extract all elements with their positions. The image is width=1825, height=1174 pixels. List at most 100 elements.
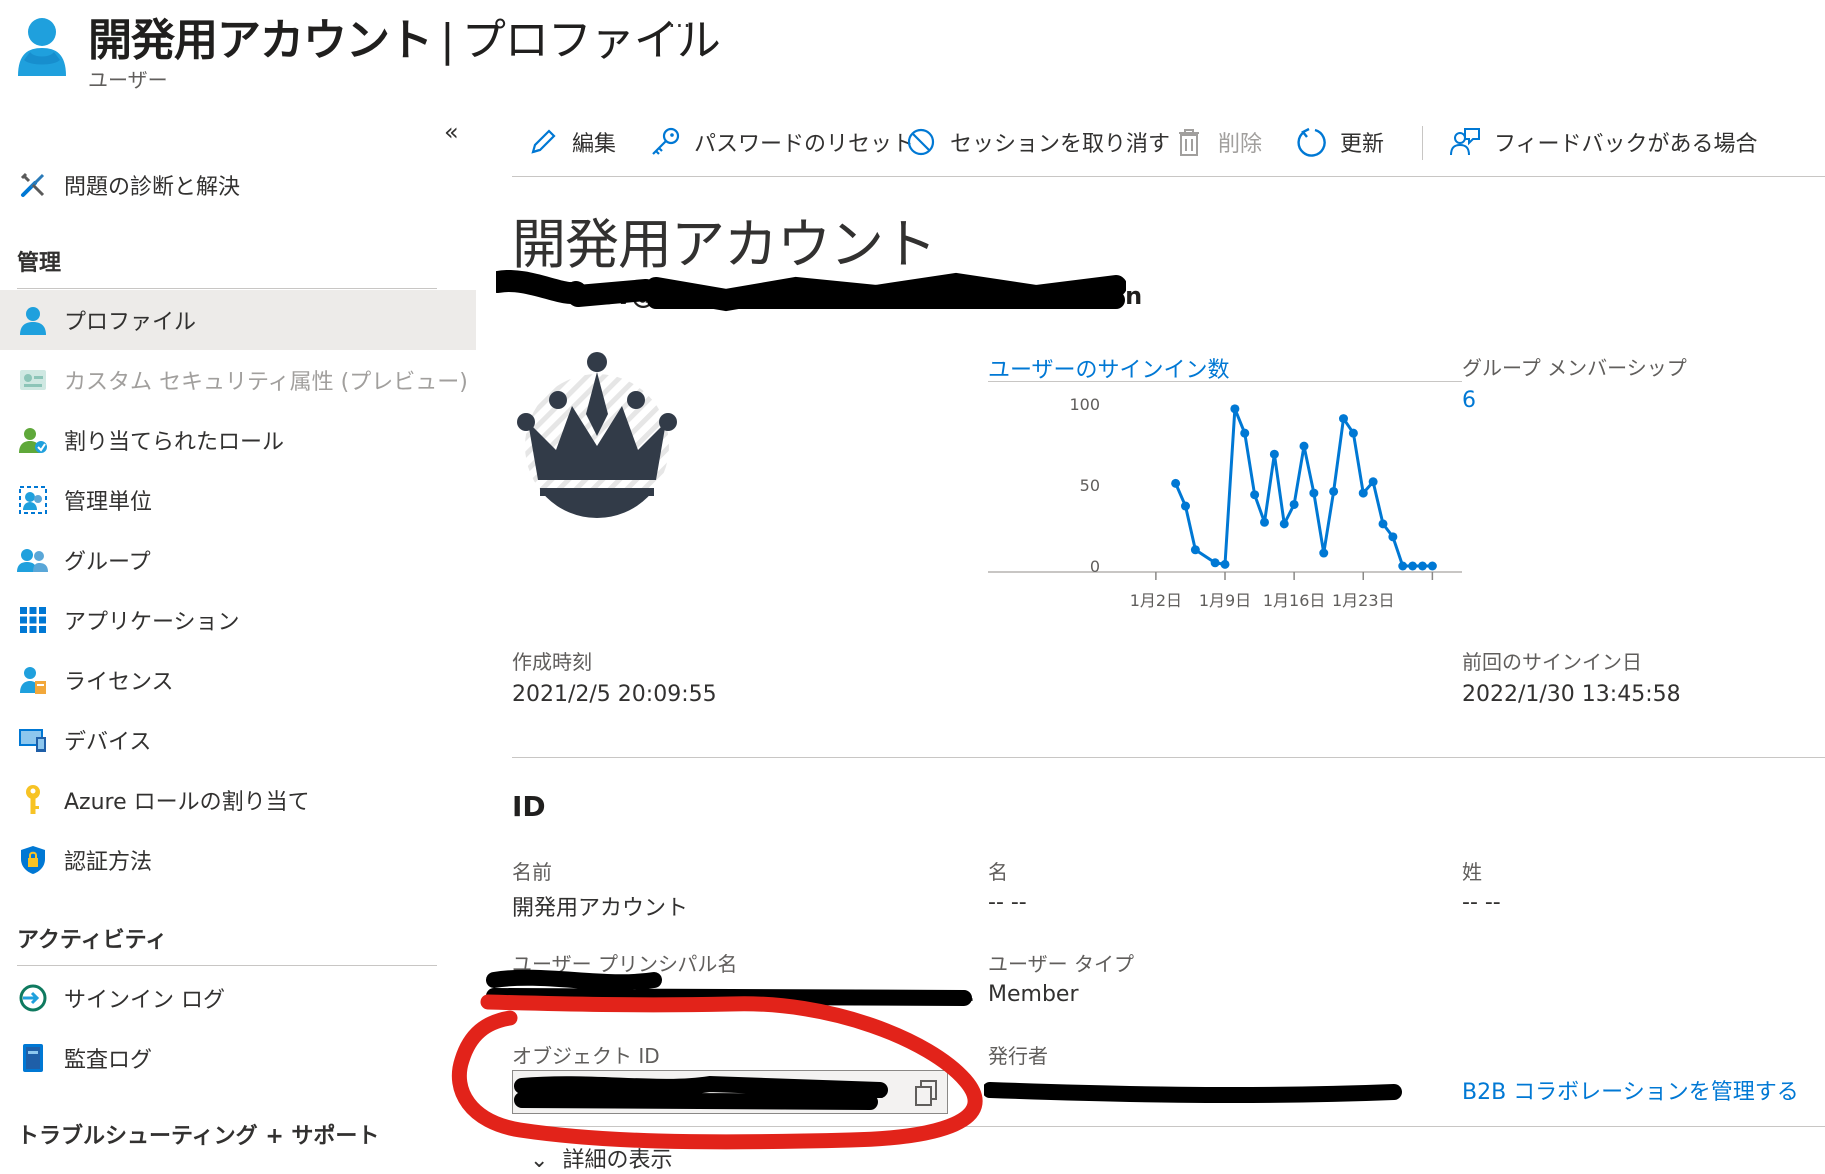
signin-line-chart: 0 50 100 1月2日 1月9日 1月16日 1月23日 <box>988 395 1462 610</box>
sidebar-item-applications[interactable]: アプリケーション <box>0 590 476 650</box>
feedback-label: フィードバックがある場合 <box>1494 132 1758 157</box>
user-icon <box>16 303 50 337</box>
user-type-label: ユーザー タイプ <box>988 952 1134 976</box>
b2b-collaboration-link[interactable]: B2B コラボレーションを管理する <box>1462 1074 1799 1106</box>
security-attribute-icon <box>16 363 50 397</box>
object-id-label: オブジェクト ID <box>512 1044 660 1068</box>
given-name-value: -- -- <box>988 890 1027 915</box>
sidebar-item-label: デバイス <box>64 730 152 755</box>
sidebar-item-profile[interactable]: プロファイル <box>0 290 476 350</box>
reset-password-button[interactable]: パスワードのリセット <box>648 120 914 164</box>
page-subtitle: ユーザー <box>88 68 168 92</box>
chart-data-point <box>1358 488 1368 498</box>
pencil-icon <box>526 125 560 159</box>
chart-data-point <box>1319 548 1329 558</box>
group-membership-count-link[interactable]: 6 <box>1462 388 1476 413</box>
refresh-button[interactable]: 更新 <box>1294 120 1384 164</box>
revoke-sessions-button[interactable]: セッションを取り消す <box>904 120 1170 164</box>
sidebar-item-label: 問題の診断と解決 <box>64 175 241 200</box>
sidebar-item-devices[interactable]: デバイス <box>0 710 476 770</box>
user-type-value: Member <box>988 982 1079 1007</box>
book-icon <box>16 1041 50 1075</box>
name-value: 開発用アカウント <box>512 896 689 921</box>
apps-grid-icon <box>16 603 50 637</box>
chart-data-point <box>1427 561 1437 571</box>
upn-tail-part: n <box>1125 282 1143 310</box>
chart-data-point <box>1220 559 1230 569</box>
chart-x-tick-label: 1月9日 <box>1199 591 1251 610</box>
refresh-icon <box>1294 125 1328 159</box>
copy-icon[interactable] <box>913 1079 939 1107</box>
page-title: 開発用アカウント | プロファイル <box>88 4 721 68</box>
sidebar-item-assigned-roles[interactable]: 割り当てられたロール <box>0 410 476 470</box>
chart-data-point <box>1368 477 1378 487</box>
page-title-main: 開発用アカウント <box>88 15 433 66</box>
delete-button[interactable]: 削除 <box>1172 120 1262 164</box>
sidebar-item-azure-roles[interactable]: Azure ロールの割り当て <box>0 770 476 830</box>
signin-chart-title[interactable]: ユーザーのサインイン数 <box>988 352 1230 384</box>
chart-data-point <box>1181 501 1190 511</box>
sidebar-item-auth-methods[interactable]: 認証方法 <box>0 830 476 890</box>
sidebar-item-label: カスタム セキュリティ属性 (プレビュー) <box>64 370 468 395</box>
sidebar-section-manage: 管理 <box>17 251 62 276</box>
given-name-label: 名 <box>988 860 1008 884</box>
chart-data-point <box>1240 428 1250 438</box>
sidebar-item-licenses[interactable]: ライセンス <box>0 650 476 710</box>
chart-data-point <box>1378 519 1388 529</box>
last-signin-value: 2022/1/30 13:45:58 <box>1462 682 1681 707</box>
user-role-icon <box>16 423 50 457</box>
chart-data-point <box>1190 545 1200 555</box>
name-label: 名前 <box>512 860 552 884</box>
page-title-separator: | <box>440 15 455 66</box>
user-icon <box>18 18 66 76</box>
block-icon <box>904 125 938 159</box>
chart-data-point <box>1398 561 1408 571</box>
collapse-sidebar-button[interactable]: « <box>444 118 459 146</box>
user-display-name-heading: 開発用アカウント <box>512 213 937 276</box>
admin-unit-icon <box>16 483 50 517</box>
chart-data-point <box>1230 404 1240 414</box>
sidebar-item-label: プロファイル <box>64 310 197 335</box>
surname-label: 姓 <box>1462 860 1482 884</box>
sidebar-item-groups[interactable]: グループ <box>0 530 476 590</box>
more-actions-button[interactable]: ··· <box>668 12 691 40</box>
chart-title-underline <box>988 381 1462 382</box>
key-icon <box>648 125 682 159</box>
revoke-sessions-label: セッションを取り消す <box>950 132 1171 157</box>
sidebar-item-label: 監査ログ <box>64 1048 153 1073</box>
edit-button[interactable]: 編集 <box>526 120 616 164</box>
chart-x-tick-label: 1月16日 <box>1263 591 1326 610</box>
surname-value: -- -- <box>1462 890 1501 915</box>
toolbar-divider <box>1422 126 1423 160</box>
sidebar-item-custom-security[interactable]: カスタム セキュリティ属性 (プレビュー) <box>0 350 476 410</box>
chart-y-tick-label: 0 <box>1090 557 1100 576</box>
feedback-icon <box>1448 125 1482 159</box>
sidebar-section-troubleshooting: トラブルシューティング + サポート <box>17 1124 380 1149</box>
chart-data-point <box>1269 449 1279 459</box>
chart-data-point <box>1210 558 1220 568</box>
section-divider <box>512 757 1825 758</box>
shield-lock-icon <box>16 843 50 877</box>
show-more-details-toggle[interactable]: ⌄ 詳細の表示 <box>530 1142 672 1174</box>
sidebar-item-signin-logs[interactable]: サインイン ログ <box>0 968 476 1028</box>
sidebar-item-label: Azure ロールの割り当て <box>64 790 310 815</box>
chart-y-tick-label: 100 <box>1069 395 1100 414</box>
chart-x-tick-label: 1月23日 <box>1332 591 1395 610</box>
chart-data-point <box>1250 490 1260 500</box>
sidebar-item-audit-logs[interactable]: 監査ログ <box>0 1028 476 1088</box>
chevron-down-icon: ⌄ <box>530 1148 549 1173</box>
redaction-mark <box>496 270 1126 312</box>
chart-data-point <box>1309 488 1319 498</box>
edit-label: 編集 <box>572 132 617 157</box>
created-time-value: 2021/2/5 20:09:55 <box>512 682 717 707</box>
feedback-button[interactable]: フィードバックがある場合 <box>1448 120 1758 164</box>
sidebar-item-diagnose[interactable]: 問題の診断と解決 <box>0 155 476 215</box>
sidebar-item-admin-units[interactable]: 管理単位 <box>0 470 476 530</box>
sidebar-item-label: 管理単位 <box>64 490 153 515</box>
created-time-label: 作成時刻 <box>512 650 592 674</box>
chart-data-point <box>1329 486 1339 496</box>
identity-section-heading: ID <box>512 790 546 823</box>
redaction-mark <box>486 969 972 1006</box>
key-icon <box>16 783 50 817</box>
chart-data-point <box>1418 561 1427 571</box>
